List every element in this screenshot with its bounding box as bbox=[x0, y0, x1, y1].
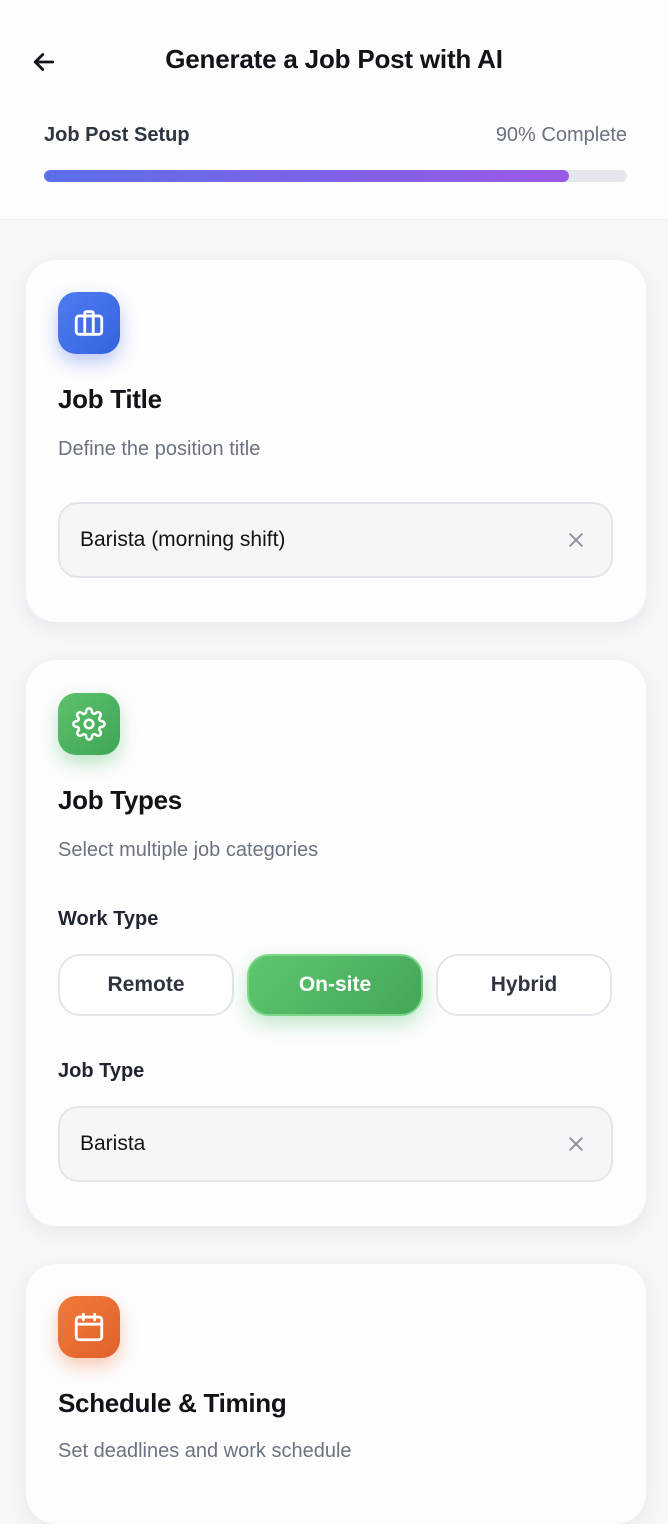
job-type-input[interactable]: Barista bbox=[58, 1106, 613, 1182]
job-title-icon-tile bbox=[58, 292, 120, 354]
schedule-heading: Schedule & Timing bbox=[58, 1388, 287, 1418]
job-types-card: Job Types Select multiple job categories… bbox=[26, 660, 646, 1226]
progress-percent: 90% Complete bbox=[495, 124, 627, 146]
work-type-hybrid-button[interactable]: Hybrid bbox=[436, 954, 612, 1016]
job-types-subtitle: Select multiple job categories bbox=[58, 839, 319, 861]
job-title-card: Job Title Define the position title Bari… bbox=[26, 260, 646, 622]
job-types-icon-tile bbox=[58, 693, 120, 755]
job-type-input-value[interactable]: Barista bbox=[80, 1132, 561, 1156]
progress-fill bbox=[44, 170, 569, 182]
clear-job-type-button[interactable] bbox=[561, 1129, 591, 1159]
gear-icon bbox=[72, 707, 106, 741]
calendar-icon bbox=[74, 1312, 104, 1342]
page-title: Generate a Job Post with AI bbox=[165, 44, 503, 74]
progress-bar bbox=[44, 170, 627, 182]
job-title-input[interactable]: Barista (morning shift) bbox=[58, 502, 613, 578]
briefcase-icon bbox=[74, 310, 104, 336]
progress-label: Job Post Setup bbox=[44, 124, 190, 146]
job-title-heading: Job Title bbox=[58, 384, 162, 414]
clear-job-title-button[interactable] bbox=[561, 525, 591, 555]
job-type-label: Job Type bbox=[58, 1060, 145, 1082]
job-title-input-value[interactable]: Barista (morning shift) bbox=[80, 528, 561, 552]
header: Generate a Job Post with AI Job Post Set… bbox=[0, 0, 668, 220]
work-type-label: Work Type bbox=[58, 908, 159, 930]
work-type-onsite-button[interactable]: On-site bbox=[247, 954, 423, 1016]
close-icon bbox=[569, 1137, 583, 1151]
close-icon bbox=[569, 533, 583, 547]
schedule-subtitle: Set deadlines and work schedule bbox=[58, 1440, 352, 1462]
schedule-icon-tile bbox=[58, 1296, 120, 1358]
work-type-remote-button[interactable]: Remote bbox=[58, 954, 234, 1016]
schedule-card: Schedule & Timing Set deadlines and work… bbox=[26, 1264, 646, 1524]
job-types-heading: Job Types bbox=[58, 785, 182, 815]
job-title-subtitle: Define the position title bbox=[58, 438, 261, 460]
